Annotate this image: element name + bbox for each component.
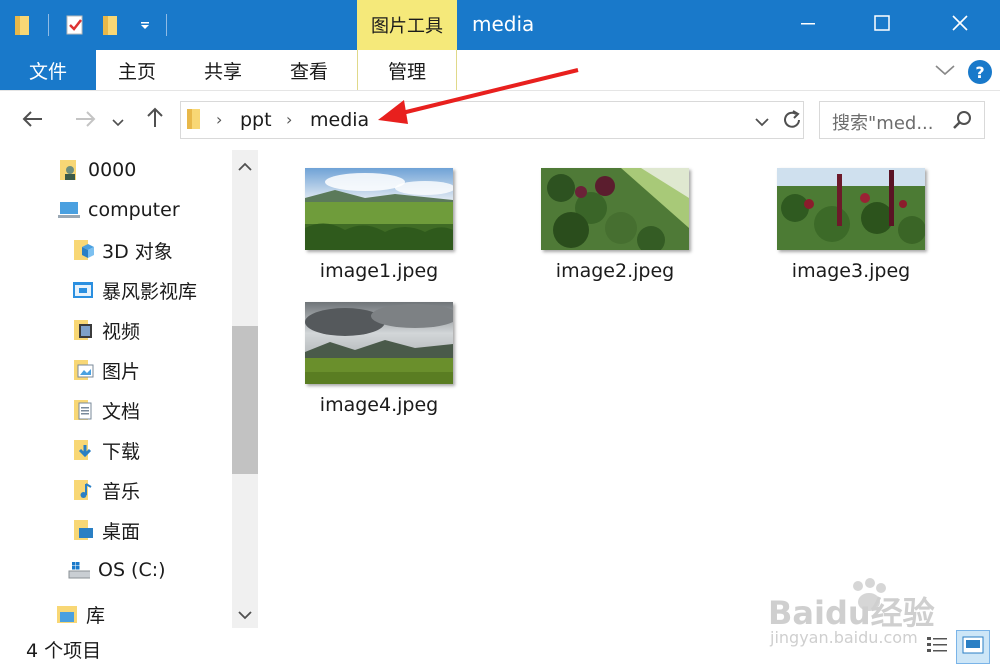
watermark-url: jingyan.baidu.com [770,628,918,647]
image-thumbnail [305,168,453,250]
search-placeholder: 搜索"med... [832,113,934,134]
customize-toolbar-icon[interactable] [134,12,156,38]
image-thumbnail [305,302,453,384]
user-folder-icon [58,159,80,181]
properties-icon[interactable] [64,12,86,38]
minimize-button[interactable] [776,0,840,50]
sidebar-item-videos[interactable]: 视频 [72,310,140,350]
watermark: Baidu经验 jingyan.baidu.com [768,570,988,660]
image-thumbnail [777,168,925,250]
videos-icon [72,319,94,341]
media-library-icon [72,279,94,301]
file-item[interactable]: image2.jpeg [530,168,700,282]
status-item-count: 4 个项目 [26,640,102,662]
window-title: media [472,12,535,36]
close-button[interactable] [928,0,992,50]
sidebar-item-os-drive[interactable]: OS (C:) [68,550,166,590]
sidebar-item-documents[interactable]: 文档 [72,390,140,430]
sidebar-item-label: 下载 [102,440,141,463]
breadcrumb-separator-icon: › [216,110,223,129]
file-name: image3.jpeg [791,260,911,282]
file-item[interactable]: image4.jpeg [294,302,464,416]
tab-view[interactable]: 查看 [276,50,342,90]
scrollbar-thumb[interactable] [232,326,258,474]
sidebar-item-desktop[interactable]: 桌面 [72,510,140,550]
downloads-icon [72,439,94,461]
new-folder-icon[interactable] [100,12,122,38]
toolbar-separator [166,14,167,36]
file-name: image1.jpeg [319,260,439,282]
sidebar-item-library[interactable]: 库 [56,594,105,634]
desktop-icon [72,519,94,541]
sidebar-item-label: computer [88,199,180,221]
sidebar-item-label: 视频 [102,320,141,343]
chevron-down-icon [112,109,124,134]
arrow-right-icon [74,109,96,134]
toolbar-separator [48,14,49,36]
documents-icon [72,399,94,421]
sidebar-item-3d-objects[interactable]: 3D 对象 [72,230,173,270]
help-button[interactable]: ? [968,60,992,84]
maximize-button[interactable] [850,0,914,50]
sidebar-item-label: 0000 [88,159,137,181]
forward-button[interactable] [70,106,100,136]
picture-tools-tab[interactable]: 图片工具 [357,0,457,50]
sidebar-item-downloads[interactable]: 下载 [72,430,140,470]
sidebar-item-label: 图片 [102,360,141,383]
sidebar-item-label: 库 [86,604,106,627]
annotation-arrow [378,68,579,124]
sidebar-item-music[interactable]: 音乐 [72,470,140,510]
sidebar-item-label: 音乐 [102,480,141,503]
maximize-icon [873,14,891,36]
drive-icon [68,559,90,581]
scroll-up-icon[interactable] [237,158,253,177]
image-thumbnail [541,168,689,250]
computer-icon [58,199,80,221]
search-icon[interactable] [952,110,972,134]
pictures-icon [72,359,94,381]
music-icon [72,479,94,501]
breadcrumb-media[interactable]: media [310,109,369,131]
tab-share[interactable]: 共享 [190,50,256,90]
sidebar-item-media-library[interactable]: 暴风影视库 [72,270,197,310]
back-button[interactable] [18,106,48,136]
navigation-pane: 0000 computer 3D 对象 暴风影视库 视频 图片 文档 下载 音乐… [0,150,258,628]
file-name: image4.jpeg [319,394,439,416]
sidebar-item-0000[interactable]: 0000 [58,150,136,190]
close-icon [951,14,969,36]
arrow-up-icon [146,107,164,135]
tab-home[interactable]: 主页 [104,50,170,90]
file-item[interactable]: image3.jpeg [766,168,936,282]
sidebar-item-computer[interactable]: computer [58,190,180,230]
sidebar-item-label: OS (C:) [98,559,166,581]
folder-icon[interactable] [12,12,34,38]
minimize-icon [800,15,816,35]
sidebar-item-label: 暴风影视库 [102,280,198,303]
sidebar-item-label: 桌面 [102,520,141,543]
recent-locations-button[interactable] [108,106,128,136]
expand-ribbon-icon[interactable] [934,62,956,82]
file-name: image2.jpeg [555,260,675,282]
scroll-down-icon[interactable] [237,606,253,625]
breadcrumb-ppt[interactable]: ppt [240,109,272,131]
library-icon [56,603,78,625]
sidebar-item-pictures[interactable]: 图片 [72,350,140,390]
tab-file[interactable]: 文件 [0,50,96,90]
folder-icon [186,108,202,134]
arrow-left-icon [22,109,44,134]
address-dropdown-icon[interactable] [754,113,770,132]
breadcrumb-separator-icon: › [286,110,293,129]
3d-objects-icon [72,239,94,261]
file-item[interactable]: image1.jpeg [294,168,464,282]
sidebar-item-label: 文档 [102,400,141,423]
sidebar-item-label: 3D 对象 [102,240,173,263]
refresh-icon[interactable] [780,108,804,136]
up-button[interactable] [140,106,170,136]
